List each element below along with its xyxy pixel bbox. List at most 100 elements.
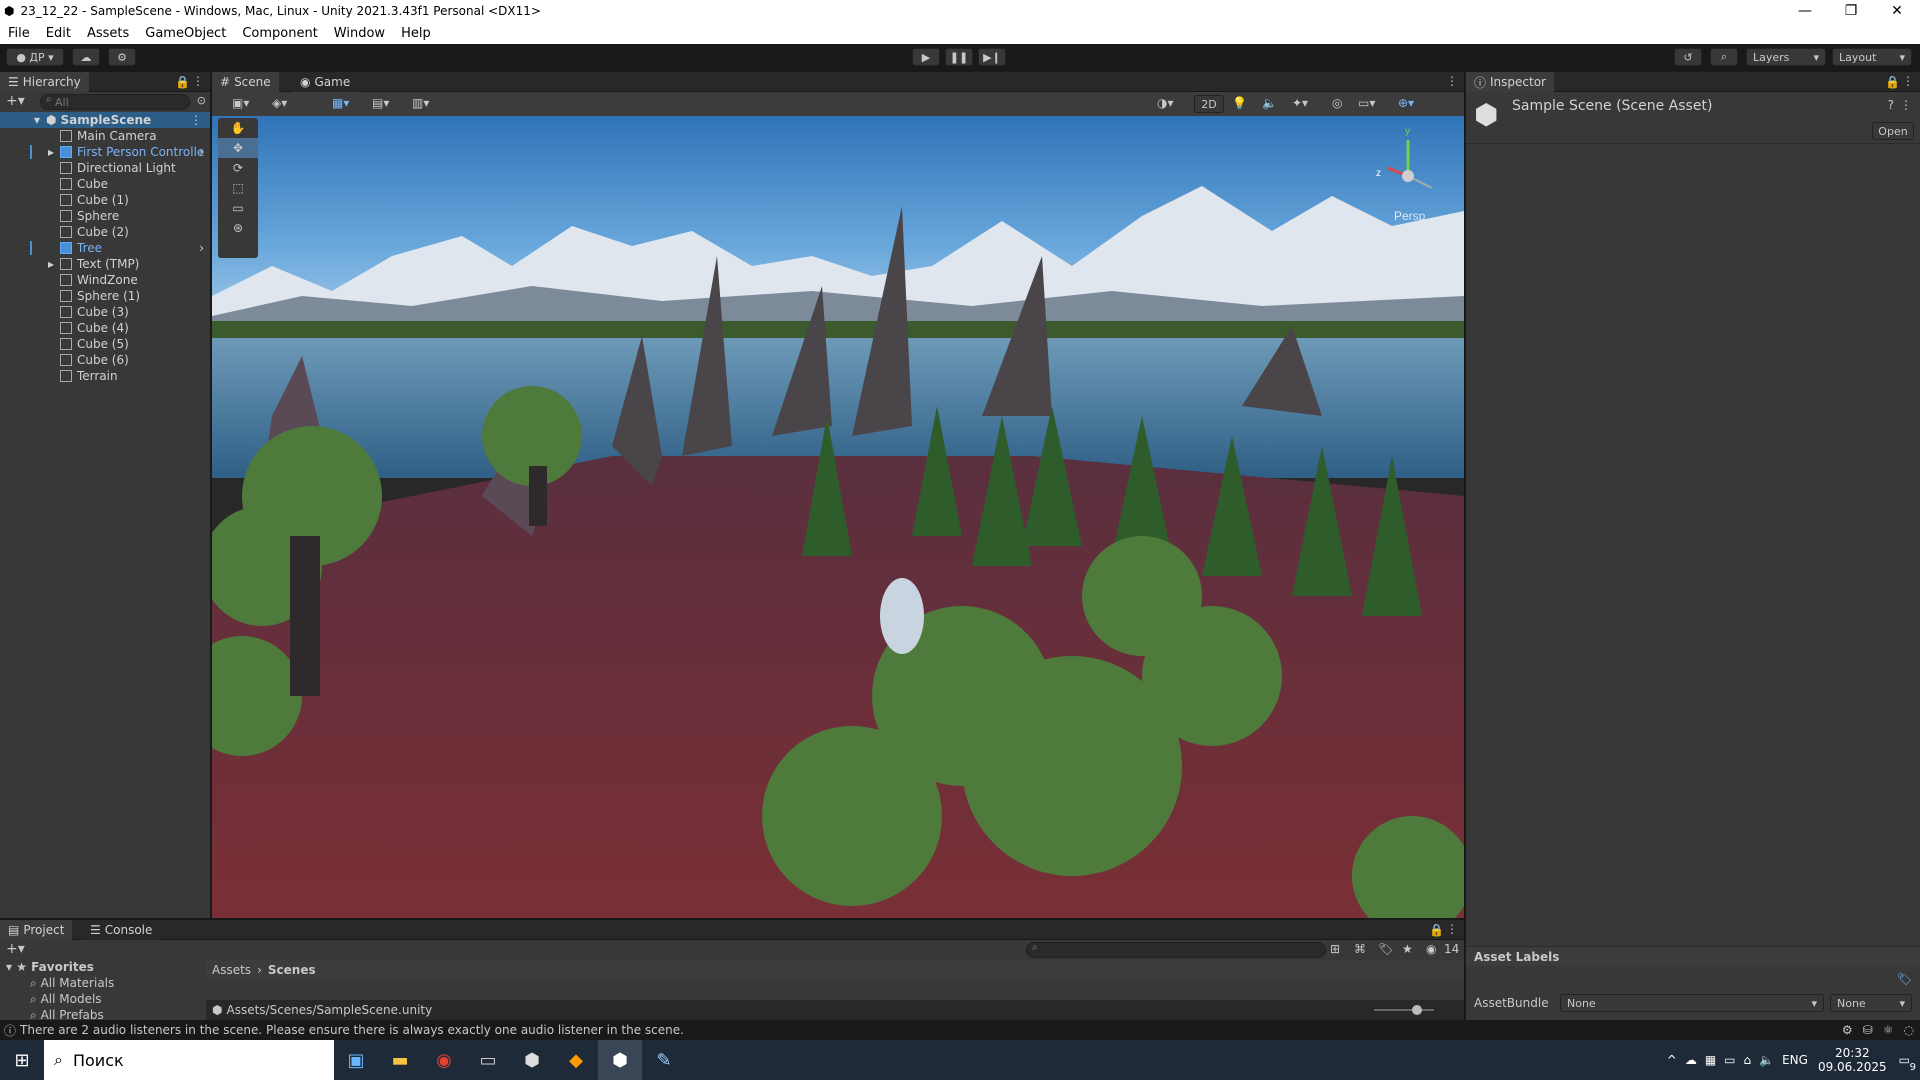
hierarchy-item[interactable]: Cube (5) [0, 336, 210, 352]
chevron-right-icon[interactable]: › [199, 145, 204, 159]
cloud-icon[interactable]: ☁ [72, 48, 100, 66]
camera-settings-icon[interactable]: ▭▾ [1358, 96, 1375, 110]
hierarchy-item[interactable]: Cube (3) [0, 304, 210, 320]
rect-tool-icon[interactable]: ▭ [218, 198, 258, 218]
network-icon[interactable]: ⌂ [1744, 1053, 1752, 1067]
favorite-star-icon[interactable]: ★ [1402, 942, 1413, 956]
progress-icon[interactable]: ◌ [1904, 1023, 1914, 1037]
zoom-slider-handle[interactable] [1412, 1005, 1422, 1015]
layers-dropdown[interactable]: Layers ▾ [1746, 48, 1826, 66]
notifications-icon[interactable]: ▭ 9 [1899, 1053, 1916, 1073]
asset-bundle-dropdown[interactable]: None ▾ [1560, 994, 1824, 1012]
cache-server-icon[interactable]: ⛁ [1863, 1023, 1873, 1037]
maximize-button[interactable]: ❐ [1828, 0, 1874, 22]
git-icon[interactable]: ◆ [554, 1040, 598, 1080]
menu-assets[interactable]: Assets [79, 26, 137, 41]
tab-game[interactable]: ◉ Game [292, 72, 359, 92]
add-icon[interactable]: +▾ [6, 941, 25, 957]
minimize-button[interactable]: — [1782, 0, 1828, 22]
kebab-menu-icon[interactable]: ⋮ [1446, 922, 1458, 936]
transform-tool-icon[interactable]: ⊛ [218, 218, 258, 238]
breadcrumb-assets[interactable]: Assets [212, 963, 251, 977]
paint-icon[interactable]: ✎ [642, 1040, 686, 1080]
windows-start-icon[interactable]: ⊞ [0, 1040, 44, 1080]
onedrive-icon[interactable]: ☁ [1685, 1053, 1697, 1067]
rotate-tool-icon[interactable]: ⟳ [218, 158, 258, 178]
hierarchy-item[interactable]: Cube (2) [0, 224, 210, 240]
search-icon[interactable]: ⌕ [1710, 48, 1738, 66]
hierarchy-search-input[interactable] [40, 94, 190, 110]
chevron-right-icon[interactable]: ▸ [48, 145, 54, 159]
kebab-menu-icon[interactable]: ⋮ [192, 74, 204, 88]
lock-icon[interactable]: 🔒 [1885, 75, 1900, 89]
kebab-menu-icon[interactable]: ⋮ [1446, 74, 1458, 88]
breadcrumb-scenes[interactable]: Scenes [268, 963, 316, 977]
shading-icon[interactable]: ◈▾ [272, 96, 287, 110]
history-icon[interactable]: ↺ [1674, 48, 1702, 66]
gizmo-persp-label[interactable]: Persp [1394, 209, 1426, 223]
tab-inspector[interactable]: ⓘ Inspector [1466, 72, 1554, 92]
gizmos-icon[interactable]: ⊕▾ [1398, 96, 1414, 110]
debug-mode-icon[interactable]: ⚛ [1883, 1023, 1894, 1037]
kebab-menu-icon[interactable]: ⋮ [1902, 74, 1914, 88]
kebab-menu-icon[interactable]: ⋮ [1900, 98, 1912, 112]
hierarchy-item[interactable]: WindZone [0, 272, 210, 288]
tab-console[interactable]: ☰ Console [82, 920, 161, 940]
file-explorer-icon[interactable]: ▬ [378, 1040, 422, 1080]
hierarchy-item[interactable]: ▸ Text (TMP) [0, 256, 210, 272]
grid-snap-icon[interactable]: ▦▾ [332, 96, 349, 110]
layout-dropdown[interactable]: Layout ▾ [1832, 48, 1912, 66]
collab-settings-icon[interactable]: ⚙ [108, 48, 136, 66]
hierarchy-scene-row[interactable]: ▾ ⬢ SampleScene ⋮ [0, 112, 210, 128]
hierarchy-item[interactable]: Cube [0, 176, 210, 192]
hierarchy-item[interactable]: Sphere (1) [0, 288, 210, 304]
zoom-slider[interactable] [1374, 1009, 1434, 1011]
increment-snap-icon[interactable]: ▤▾ [372, 96, 389, 110]
open-button[interactable]: Open [1872, 122, 1914, 140]
close-button[interactable]: ✕ [1874, 0, 1920, 22]
tab-project[interactable]: ▤ Project [0, 920, 73, 940]
fav-item-models[interactable]: ⌕ All Models [0, 992, 205, 1008]
hierarchy-item[interactable]: Sphere [0, 208, 210, 224]
fav-item-prefabs[interactable]: ⌕ All Prefabs [0, 1008, 205, 1020]
chevron-right-icon[interactable]: › [199, 241, 204, 255]
play-button[interactable]: ▶ [912, 48, 940, 66]
menu-help[interactable]: Help [393, 26, 439, 41]
hierarchy-item[interactable]: Terrain [0, 368, 210, 384]
scene-viewport[interactable]: Persp y z ✋ ✥ ⟳ ⬚ ▭ ⊛ [212, 116, 1464, 918]
menu-file[interactable]: File [0, 26, 38, 41]
hierarchy-item[interactable]: Cube (4) [0, 320, 210, 336]
hierarchy-item[interactable]: Cube (6) [0, 352, 210, 368]
hierarchy-item[interactable]: Directional Light [0, 160, 210, 176]
filter-icon[interactable]: 🏷 [1378, 942, 1393, 956]
taskbar-search[interactable]: ⌕ Поиск [44, 1040, 334, 1080]
menu-edit[interactable]: Edit [38, 26, 79, 41]
battery-icon[interactable]: ▭ [1724, 1053, 1735, 1067]
auto-generate-lighting-icon[interactable]: ⚙ [1842, 1023, 1853, 1037]
tab-scene[interactable]: # Scene [212, 72, 279, 92]
unity-hub-icon[interactable]: ⬢ [510, 1040, 554, 1080]
step-button[interactable]: ▶❙ [978, 48, 1006, 66]
store-icon[interactable]: ▣ [334, 1040, 378, 1080]
audio-icon[interactable]: 🔈 [1262, 96, 1277, 110]
ruler-icon[interactable]: ▥▾ [412, 96, 429, 110]
search-by-label-icon[interactable]: ⌘ [1354, 942, 1366, 956]
project-search-input[interactable] [1026, 942, 1326, 958]
help-icon[interactable]: ? [1888, 98, 1894, 112]
tray-chevron-up-icon[interactable]: ^ [1667, 1053, 1677, 1067]
chevron-right-icon[interactable]: ▸ [48, 257, 54, 271]
effects-icon[interactable]: ✦▾ [1292, 96, 1308, 110]
pause-button[interactable]: ❚❚ [945, 48, 973, 66]
draw-mode-icon[interactable]: ▣▾ [232, 96, 249, 110]
terminal-icon[interactable]: ▭ [466, 1040, 510, 1080]
lock-icon[interactable]: 🔒 [1429, 923, 1444, 937]
favorites-header[interactable]: ▾ ★ Favorites [0, 960, 205, 976]
hierarchy-item[interactable]: Main Camera [0, 128, 210, 144]
tag-icon[interactable]: 🏷 [1897, 972, 1912, 986]
asset-bundle-variant-dropdown[interactable]: None ▾ [1830, 994, 1912, 1012]
hidden-objects-icon[interactable]: ◎ [1332, 96, 1342, 110]
language-indicator[interactable]: ENG [1782, 1053, 1808, 1067]
hierarchy-item[interactable]: Tree › [0, 240, 210, 256]
lock-icon[interactable]: 🔒 [175, 75, 190, 89]
search-by-type-icon[interactable]: ⊞ [1330, 942, 1340, 956]
